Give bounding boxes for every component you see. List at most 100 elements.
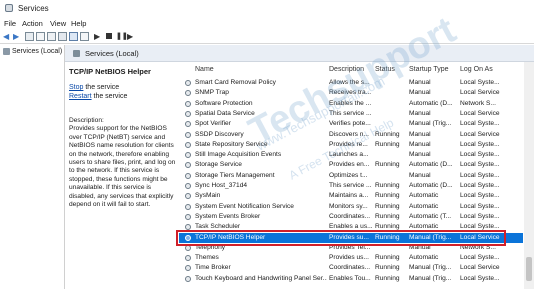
cell-logon: Local Syste... xyxy=(460,79,500,86)
cell-description: Optimizes t... xyxy=(329,171,368,179)
cell-startup: Manual xyxy=(409,171,431,179)
gear-icon xyxy=(185,265,191,272)
table-row[interactable]: Storage Tiers Management Optimizes t... Ma… xyxy=(179,171,523,181)
view-icon[interactable] xyxy=(80,32,89,41)
table-row[interactable]: Storage Service Provides en... Running Auto… xyxy=(179,160,523,170)
table-row[interactable]: Time Broker Coordinates... Running Manual (… xyxy=(179,263,523,273)
services-list: Name Description Status Startup Type Log… xyxy=(179,9,523,289)
gear-icon xyxy=(185,172,191,179)
cell-name: SysMain xyxy=(195,192,221,200)
services-app-icon xyxy=(5,4,13,12)
cell-status: Running xyxy=(375,161,400,169)
cell-description: Coordinates... xyxy=(329,264,371,272)
table-row[interactable]: Themes Provides us... Running Automatic Loca… xyxy=(179,253,523,263)
properties-icon[interactable] xyxy=(36,32,45,41)
cell-startup: Automatic xyxy=(409,202,439,210)
gear-icon xyxy=(185,275,191,282)
gear-icon xyxy=(185,213,191,220)
cell-description: Provides us... xyxy=(329,254,369,262)
cell-startup: Manual xyxy=(409,89,431,97)
cell-logon: Local Syste... xyxy=(460,274,500,282)
cell-logon: Local Syste... xyxy=(460,151,500,159)
cell-startup: Automatic (T... xyxy=(409,212,452,220)
menu-view[interactable]: View xyxy=(50,19,66,28)
table-row[interactable]: System Event Notification Service Monitor… xyxy=(179,202,523,212)
cell-logon: Local Syste... xyxy=(460,202,500,210)
table-row[interactable]: System Events Broker Coordinates... Runnin… xyxy=(179,212,523,222)
column-header-name[interactable]: Name xyxy=(195,66,214,73)
service-description: Description: Provides support for the Ne… xyxy=(69,117,177,209)
help-icon[interactable] xyxy=(69,32,78,41)
cell-description: Monitors sy... xyxy=(329,202,368,210)
pause-service-icon[interactable]: ❚❚ xyxy=(116,32,128,41)
stop-service-icon[interactable] xyxy=(105,32,114,41)
cell-logon: Local Syste... xyxy=(460,140,500,148)
table-row[interactable]: SysMain Maintains a... Running Automatic Loc… xyxy=(179,191,523,201)
cell-logon: Local Syste... xyxy=(460,171,500,179)
cell-logon: Local Service xyxy=(460,264,500,272)
gear-icon xyxy=(185,90,191,97)
column-header-log-on-as[interactable]: Log On As xyxy=(460,66,493,73)
stop-service-link[interactable]: Stop xyxy=(69,84,83,91)
restart-suffix: the service xyxy=(91,93,128,100)
cell-description: Provides en... xyxy=(329,161,370,169)
cell-name: Touch Keyboard and Handwriting Panel Ser… xyxy=(195,274,327,282)
cell-name: System Events Broker xyxy=(195,212,261,220)
panel-header: Services (Local) xyxy=(65,45,534,62)
table-row[interactable]: Spot Verifier Verifies pote... Manual (Tri… xyxy=(179,119,523,129)
forward-arrow-icon[interactable]: ▶ xyxy=(13,32,22,41)
gear-icon xyxy=(185,110,191,117)
gear-icon xyxy=(185,131,191,138)
cell-status: Running xyxy=(375,254,400,262)
export-list-icon[interactable] xyxy=(58,32,67,41)
services-panel-icon xyxy=(73,50,80,57)
cell-status: Running xyxy=(375,274,400,282)
scrollbar-thumb[interactable] xyxy=(526,257,532,281)
back-arrow-icon[interactable]: ◀ xyxy=(3,32,12,41)
table-row[interactable]: Touch Keyboard and Handwriting Panel Ser… xyxy=(179,274,523,284)
cell-startup: Manual (Trig... xyxy=(409,274,452,282)
cell-description: This service ... xyxy=(329,182,372,189)
restart-service-icon[interactable]: ▶ xyxy=(127,32,136,41)
tree-item-services-local[interactable]: Services (Local) xyxy=(12,48,62,55)
table-row[interactable]: Spatial Data Service This service ... Manu… xyxy=(179,109,523,119)
gear-icon xyxy=(185,203,191,210)
table-row[interactable]: Sync Host_371d4 This service ... Running Au… xyxy=(179,181,523,191)
cell-startup: Automatic (D... xyxy=(409,99,453,107)
start-service-icon[interactable]: ▶ xyxy=(94,32,103,41)
cell-logon: Local Service xyxy=(460,89,500,97)
cell-logon: Local Service xyxy=(460,130,500,138)
cell-status: Running xyxy=(375,264,400,272)
cell-logon: Local Syste... xyxy=(460,161,500,169)
cell-description: Maintains a... xyxy=(329,192,369,200)
gear-icon xyxy=(185,121,191,128)
restart-service-link[interactable]: Restart xyxy=(69,93,92,100)
cell-startup: Manual xyxy=(409,130,431,138)
refresh-icon[interactable] xyxy=(47,32,56,41)
cell-name: Time Broker xyxy=(195,264,231,272)
service-detail-title: TCP/IP NetBIOS Helper xyxy=(69,67,151,76)
description-label: Description: xyxy=(69,117,104,124)
cell-status: Running xyxy=(375,212,400,220)
cell-startup: Automatic xyxy=(409,254,439,262)
menu-action[interactable]: Action xyxy=(22,19,43,28)
cell-status: Running xyxy=(375,192,400,200)
menu-help[interactable]: Help xyxy=(71,19,86,28)
cell-name: Sync Host_371d4 xyxy=(195,182,248,189)
cell-logon: Local Service xyxy=(460,109,500,117)
cell-description: Coordinates... xyxy=(329,212,371,220)
cell-name: Themes xyxy=(195,254,219,262)
cell-startup: Automatic (D... xyxy=(409,161,453,169)
cell-startup: Manual (Trig... xyxy=(409,264,452,272)
menu-file[interactable]: File xyxy=(4,19,16,28)
vertical-scrollbar[interactable] xyxy=(524,62,534,289)
restart-line: Restart the service xyxy=(69,93,127,100)
cell-startup: Automatic (D... xyxy=(409,182,453,189)
gear-icon xyxy=(185,193,191,200)
stop-suffix: the service xyxy=(83,84,120,91)
cell-logon: Local Syste... xyxy=(460,212,500,220)
console-tree-icon[interactable] xyxy=(25,32,34,41)
window-title: Services xyxy=(18,4,49,13)
cell-logon: Local Syste... xyxy=(460,120,500,128)
title-bar: Services xyxy=(0,0,534,17)
